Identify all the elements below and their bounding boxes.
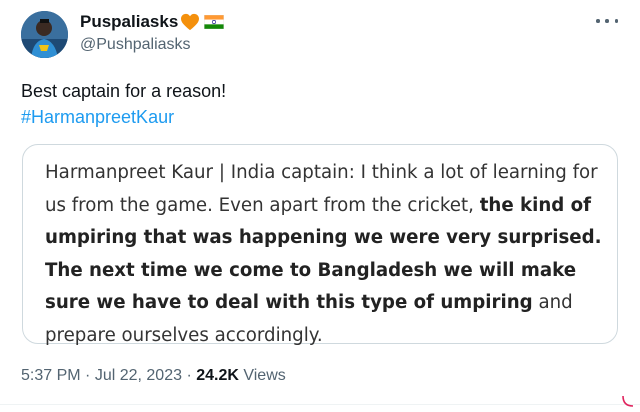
author-header: Puspaliasks @Pushpaliasks — [80, 11, 225, 54]
tweet-body: Best captain for a reason! — [21, 81, 227, 101]
dot-icon — [614, 19, 618, 23]
avatar[interactable] — [21, 11, 68, 58]
views-label: Views — [238, 367, 286, 384]
quote-text: Harmanpreet Kaur | India captain: I thin… — [45, 157, 605, 353]
dot-icon — [596, 19, 600, 23]
profile-photo-icon — [21, 11, 68, 58]
tweet-metadata: 5:37 PM · Jul 22, 2023 · 24.2K Views — [21, 367, 286, 385]
separator: · — [80, 367, 95, 384]
user-handle[interactable]: @Pushpaliasks — [80, 36, 224, 54]
timestamp-time[interactable]: 5:37 PM — [21, 367, 81, 384]
quoted-image[interactable]: Harmanpreet Kaur | India captain: I thin… — [22, 144, 618, 346]
display-name[interactable]: Puspaliasks — [80, 12, 178, 32]
dot-icon — [605, 19, 609, 23]
partial-icon — [622, 395, 634, 407]
divider — [0, 404, 640, 405]
separator: · — [182, 367, 197, 384]
india-flag-icon — [204, 15, 225, 29]
display-name-row: Puspaliasks — [80, 11, 225, 33]
hashtag-link[interactable]: #HarmanpreetKaur — [21, 104, 226, 130]
tweet-text: Best captain for a reason! #HarmanpreetK… — [21, 78, 226, 130]
more-options-icon[interactable] — [596, 14, 618, 28]
orange-heart-icon — [181, 13, 200, 31]
views-count[interactable]: 24.2K — [196, 367, 239, 384]
tweet-card: Puspaliasks @Pushpaliasks Best captain f… — [0, 0, 640, 412]
quote-speaker: Harmanpreet Kaur | India captain — [45, 162, 349, 183]
timestamp-date[interactable]: Jul 22, 2023 — [95, 367, 182, 384]
